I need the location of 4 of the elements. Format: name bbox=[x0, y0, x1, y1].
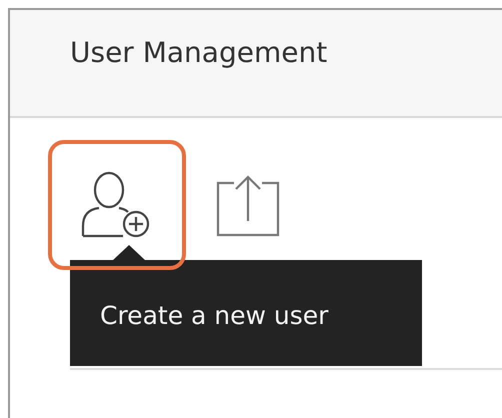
tooltip-text: Create a new user bbox=[100, 300, 328, 330]
upload-icon bbox=[214, 173, 282, 237]
add-user-button[interactable] bbox=[48, 140, 186, 270]
page-title: User Management bbox=[70, 36, 328, 69]
